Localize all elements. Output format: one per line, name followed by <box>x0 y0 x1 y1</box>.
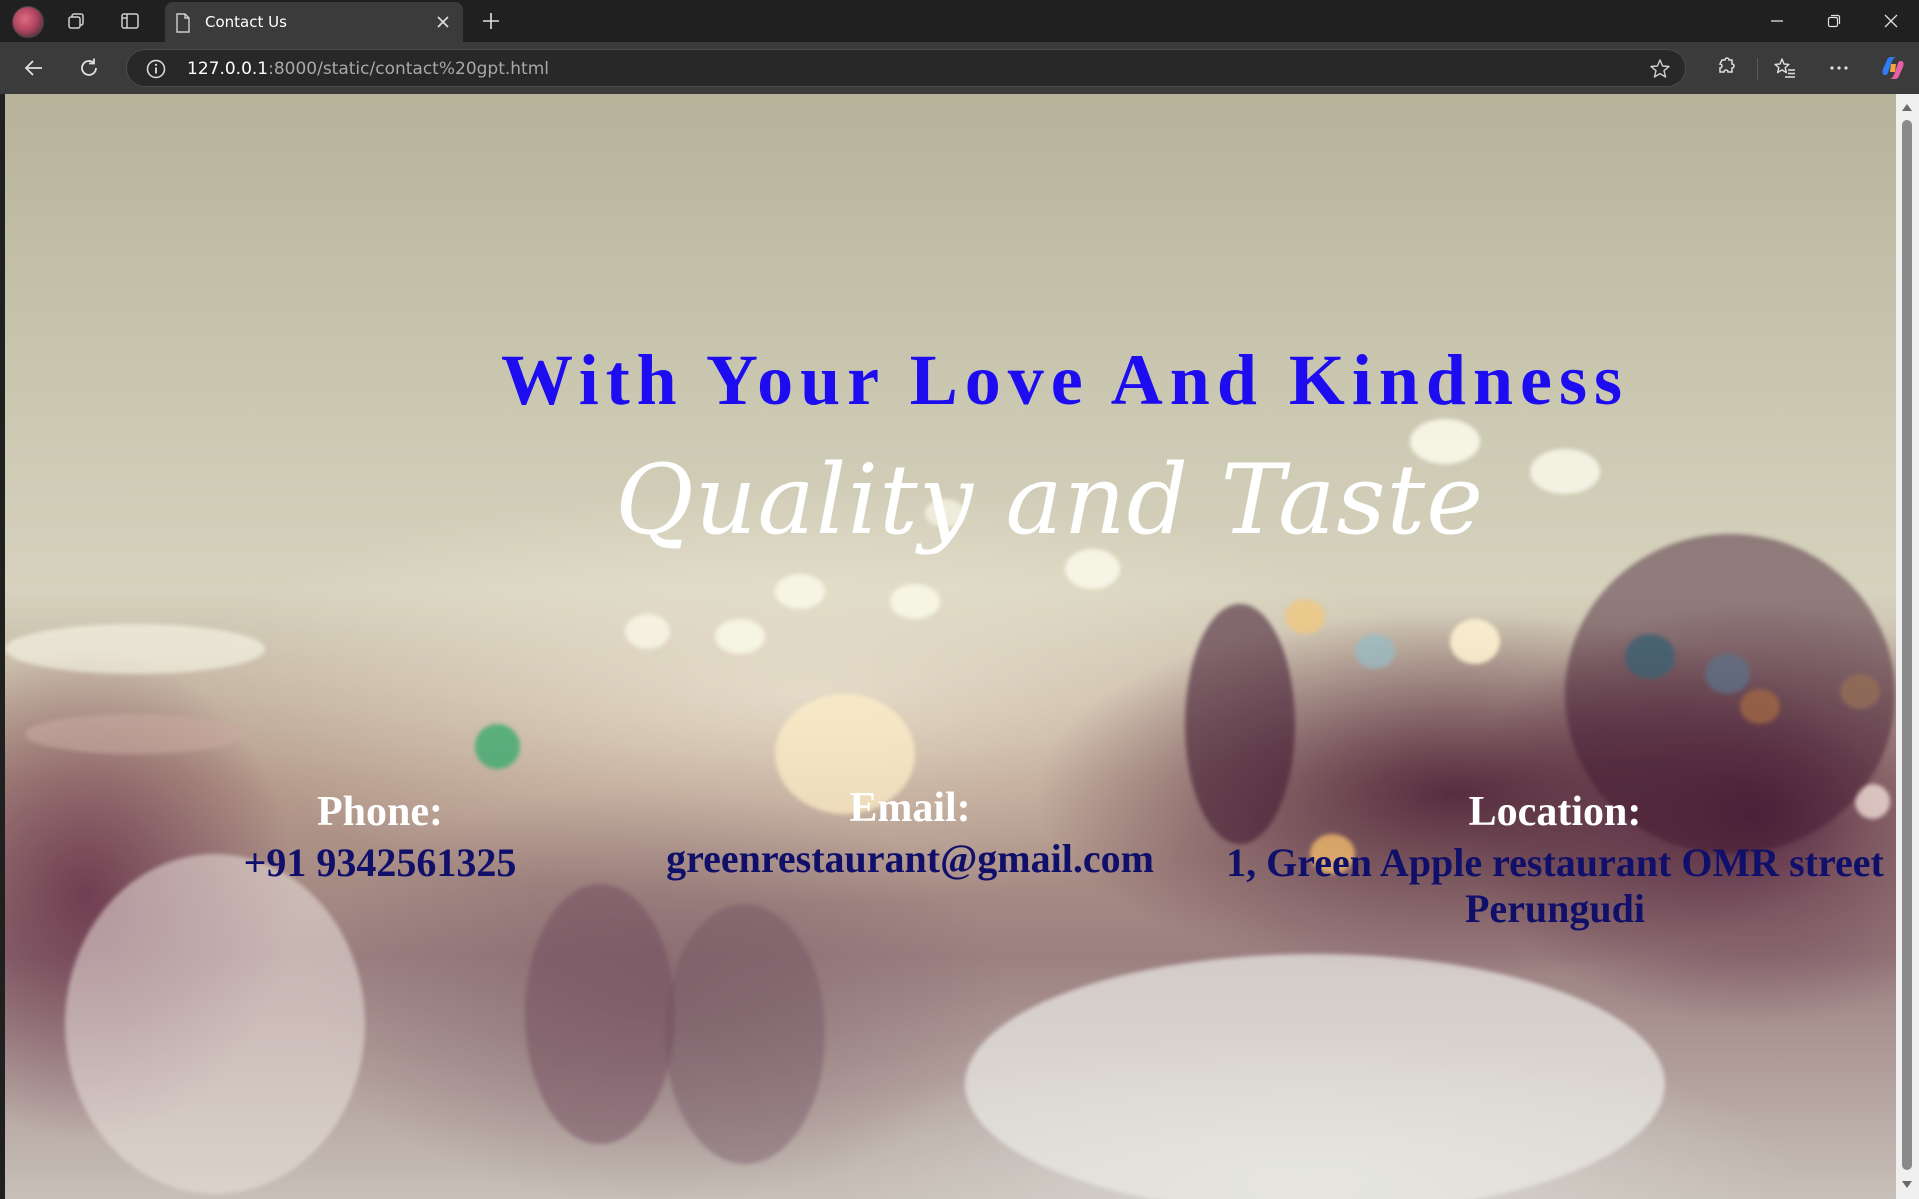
email-block: Email: greenrestaurant@gmail.com <box>630 780 1190 882</box>
headline: With Your Love And Kindness <box>501 340 1629 420</box>
tagline: Quality and Taste <box>615 444 1484 556</box>
close-tab-icon[interactable] <box>433 12 453 32</box>
vertical-tabs-icon[interactable] <box>114 6 146 36</box>
extensions-icon[interactable] <box>1708 52 1742 84</box>
email-value: greenrestaurant@gmail.com <box>666 836 1154 881</box>
scroll-down-icon[interactable] <box>1902 1181 1912 1188</box>
favorites-icon[interactable] <box>1768 52 1802 84</box>
minimize-icon[interactable] <box>1749 0 1805 42</box>
contact-page: With Your Love And Kindness Quality and … <box>5 94 1896 1199</box>
new-tab-icon[interactable] <box>475 6 507 36</box>
browser-toolbar: 127.0.0.1:8000/static/contact%20gpt.html <box>0 42 1919 94</box>
address-bar[interactable]: 127.0.0.1:8000/static/contact%20gpt.html <box>126 49 1686 87</box>
url-host: 127.0.0.1 <box>187 59 269 79</box>
profile-avatar[interactable] <box>12 6 44 38</box>
favorite-star-icon[interactable] <box>1649 58 1671 85</box>
phone-block: Phone: +91 9342561325 <box>205 784 555 886</box>
more-options-icon[interactable] <box>1822 52 1856 84</box>
location-block: Location: 1, Green Apple restaurant OMR … <box>1205 784 1896 932</box>
scroll-up-icon[interactable] <box>1902 104 1912 111</box>
phone-label: Phone: <box>317 789 443 835</box>
url-path: :8000/static/contact%20gpt.html <box>268 59 550 79</box>
toolbar-divider <box>1757 58 1758 80</box>
copilot-icon[interactable] <box>1876 52 1910 84</box>
site-info-icon[interactable] <box>145 58 167 85</box>
reload-icon[interactable] <box>72 52 106 84</box>
scroll-thumb[interactable] <box>1902 120 1912 1170</box>
restore-icon[interactable] <box>1806 0 1862 42</box>
back-icon[interactable] <box>17 52 51 84</box>
page-icon <box>175 13 191 38</box>
email-label: Email: <box>849 785 971 831</box>
workspaces-icon[interactable] <box>61 6 93 36</box>
phone-value: +91 9342561325 <box>243 840 517 885</box>
url-text: 127.0.0.1:8000/static/contact%20gpt.html <box>187 59 549 79</box>
close-window-icon[interactable] <box>1863 0 1919 42</box>
location-label: Location: <box>1468 789 1642 835</box>
location-line-1: 1, Green Apple restaurant OMR street <box>1226 840 1884 885</box>
tab-contact-us[interactable]: Contact Us <box>165 2 463 42</box>
tab-strip: Contact Us <box>0 0 1919 42</box>
page-scrollbar[interactable] <box>1896 94 1919 1199</box>
tab-title: Contact Us <box>205 13 287 31</box>
location-line-2: Perungudi <box>1464 886 1646 931</box>
